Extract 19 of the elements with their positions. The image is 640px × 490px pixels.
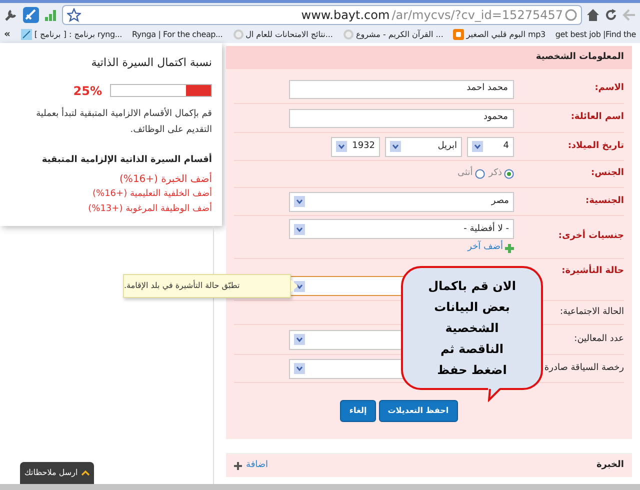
section-heading: أقسام السيرة الذاتية الإلزامية المتبقية	[40, 154, 212, 166]
field-label: جنسيات أخرى:	[558, 230, 624, 244]
section-title: المعلومات الشخصية	[536, 50, 624, 64]
field-label: تاريخ الميلاد:	[568, 140, 624, 153]
card-description: قم بإكمال الأقسام الالزامية المتبقية لتبدأ بعملية التقديم على الوظائف.	[35, 106, 212, 136]
progress-percent: 25%	[73, 82, 102, 100]
field-label: الجنس:	[591, 167, 624, 180]
field-label: الاسم:	[594, 82, 624, 96]
field-label: رخصة السياقة صادرة	[544, 362, 624, 375]
field-label: عدد المعالين:	[574, 332, 624, 346]
section-title: الخبرة	[596, 458, 624, 472]
field-label: الجنسية:	[585, 194, 624, 208]
url-host: www.bayt.com	[301, 6, 390, 24]
callout-tooltip: الان قم باكمال بعض البيانات الشخصية الناقصة ثم اضغط حفظ	[401, 266, 543, 390]
field-label: اسم العائلة:	[570, 111, 624, 124]
field-label: حالة التأشيرة:	[562, 265, 624, 278]
card-title: نسبة اكتمال السيرة الذاتية	[90, 55, 212, 71]
field-label: الحالة الاجتماعية:	[560, 306, 624, 319]
url-path: /ar/mycvs/?cv_id=15275457	[392, 6, 563, 24]
